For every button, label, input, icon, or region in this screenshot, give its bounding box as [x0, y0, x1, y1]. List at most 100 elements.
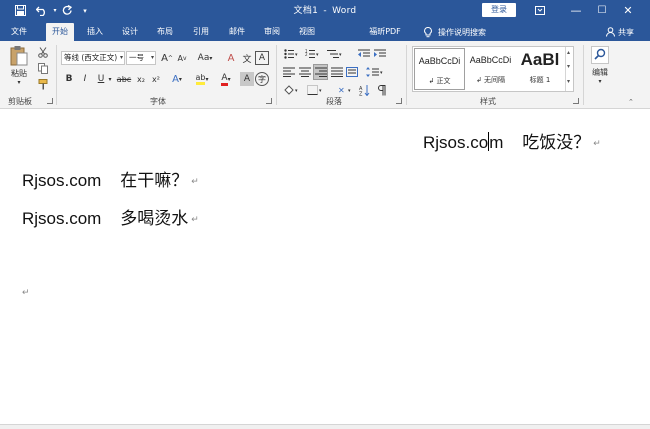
font-name-combo[interactable]: 等线 (西文正文) ▾	[61, 51, 125, 65]
tab-references[interactable]: 引用	[188, 23, 214, 41]
shrink-font-button[interactable]: Av	[175, 51, 189, 65]
style-normal[interactable]: AaBbCcDi ↲ 正文	[414, 48, 465, 90]
scroll-down-icon[interactable]: ▾	[567, 63, 570, 70]
word-window: ▾ ▾ 文档1 - Word 登录 — ☐ ✕ 文件 开始 插入 设计 布局 引…	[0, 0, 650, 429]
underline-button[interactable]: U	[94, 72, 108, 86]
phonetic-guide-button[interactable]: 文	[240, 51, 254, 65]
text-effects-icon: A	[172, 73, 179, 85]
multilevel-list-button[interactable]: ▾	[325, 47, 345, 61]
font-color-button[interactable]: A ▾	[216, 72, 236, 86]
tab-view[interactable]: 视图	[294, 23, 320, 41]
tab-review[interactable]: 审阅	[259, 23, 285, 41]
superscript-button[interactable]: x²	[149, 72, 163, 86]
shading-button[interactable]: ▾	[282, 83, 302, 97]
title-separator: -	[323, 6, 327, 16]
tell-me-label: 操作说明搜索	[438, 27, 486, 37]
tab-mailings[interactable]: 邮件	[224, 23, 250, 41]
tab-file[interactable]: 文件	[6, 23, 32, 41]
close-button[interactable]: ✕	[612, 0, 644, 21]
decrease-indent-icon[interactable]	[357, 47, 371, 61]
justify-icon[interactable]	[330, 65, 344, 79]
underline-dropdown-icon[interactable]: ▾	[107, 72, 113, 86]
font-name-value: 等线 (西文正文)	[64, 53, 118, 62]
document-line-3[interactable]: Rjsos.com 多喝烫水 ↵	[22, 204, 199, 229]
font-size-dropdown-icon: ▾	[150, 54, 154, 61]
line-1-gap	[503, 133, 522, 152]
distributed-icon[interactable]	[345, 65, 359, 79]
tab-home[interactable]: 开始	[46, 23, 74, 41]
align-center-icon[interactable]	[298, 65, 312, 79]
person-icon	[606, 27, 615, 37]
share-button[interactable]: 共享	[606, 23, 634, 41]
italic-button[interactable]: I	[78, 72, 92, 86]
tab-foxit-pdf[interactable]: 福昕PDF	[364, 23, 406, 41]
tab-insert[interactable]: 插入	[82, 23, 108, 41]
text-effects-button[interactable]: A ▾	[170, 72, 184, 86]
style-no-spacing[interactable]: AaBbCcDi ↲ 无间隔	[465, 48, 516, 90]
tab-design[interactable]: 设计	[117, 23, 143, 41]
paragraph-mark-icon: ↵	[191, 214, 199, 225]
clipboard-icon	[10, 46, 28, 66]
line-spacing-button[interactable]: ▾	[364, 65, 386, 79]
collapse-ribbon-icon[interactable]: ⌃	[628, 98, 634, 106]
character-shading-button[interactable]: A	[240, 72, 254, 86]
document-line-4[interactable]: ↵	[19, 282, 30, 302]
character-border-button[interactable]: A	[255, 51, 269, 65]
bullets-button[interactable]: ▾	[282, 47, 300, 61]
paste-button[interactable]: 粘贴 ▾	[8, 45, 30, 87]
styles-scrollbar[interactable]: ▴ ▾ ▾	[565, 47, 574, 91]
document-canvas[interactable]: Rjsos.com 吃饭没？ ↵ Rjsos.com 在干嘛？ ↵ Rjsos.co…	[0, 110, 650, 429]
highlight-button[interactable]: ab ▾	[192, 72, 212, 86]
enclose-characters-button[interactable]: 字	[255, 72, 269, 86]
font-size-combo[interactable]: 一号 ▾	[126, 51, 156, 65]
cut-icon[interactable]	[36, 45, 50, 59]
numbering-button[interactable]: 1 2 ▾	[303, 47, 321, 61]
change-case-button[interactable]: Aa ▾	[194, 51, 216, 65]
align-right-icon[interactable]	[313, 64, 328, 80]
asian-layout-button[interactable]: ✕ ▾	[336, 83, 356, 97]
tell-me-search[interactable]: 操作说明搜索	[424, 23, 486, 41]
format-painter-icon[interactable]	[36, 77, 50, 91]
share-label: 共享	[618, 27, 634, 37]
line-2-text: 在干嘛？	[120, 171, 189, 190]
tab-layout[interactable]: 布局	[152, 23, 178, 41]
borders-button[interactable]: ▾	[305, 83, 327, 97]
editing-label: 编辑	[592, 68, 608, 77]
clipboard-group-label: 剪贴板	[8, 97, 32, 106]
svg-text:▾: ▾	[295, 88, 298, 94]
group-divider	[56, 45, 57, 105]
app-name: Word	[332, 6, 357, 16]
subscript-button[interactable]: x₂	[134, 72, 148, 86]
login-button[interactable]: 登录	[482, 3, 516, 17]
ribbon-display-icon[interactable]	[526, 0, 554, 21]
grow-font-button[interactable]: A ^	[160, 51, 174, 65]
copy-icon[interactable]	[36, 61, 50, 75]
svg-text:▾: ▾	[339, 52, 342, 58]
scroll-up-icon[interactable]: ▴	[567, 49, 570, 56]
style-preview: AaBbCcDi	[469, 55, 512, 65]
paragraph-mark-icon: ↵	[22, 287, 30, 298]
show-paragraph-marks-icon[interactable]	[374, 83, 388, 97]
clear-formatting-button[interactable]: A	[224, 51, 238, 65]
bold-button[interactable]: B	[62, 72, 76, 86]
strikethrough-button[interactable]: abc	[116, 72, 132, 86]
font-size-value: 一号	[129, 53, 144, 62]
more-styles-icon[interactable]: ▾	[567, 78, 570, 85]
ribbon-tab-bar: 文件 开始 插入 设计 布局 引用 邮件 审阅 视图 福昕PDF 操作说明搜索 …	[0, 21, 650, 41]
style-heading-1[interactable]: AaBl 标题 1	[516, 48, 564, 90]
sort-icon[interactable]: AZ	[358, 83, 372, 97]
increase-indent-icon[interactable]	[373, 47, 387, 61]
styles-dialog-launcher-icon[interactable]	[573, 98, 579, 104]
group-divider	[406, 45, 407, 105]
line-1-site: Rjsos.co	[423, 133, 489, 152]
clipboard-dialog-launcher-icon[interactable]	[47, 98, 53, 104]
editing-dropdown-icon: ▾	[598, 78, 602, 85]
group-divider	[276, 45, 277, 105]
align-left-icon[interactable]	[282, 65, 296, 79]
document-line-2[interactable]: Rjsos.com 在干嘛？ ↵	[22, 166, 199, 191]
font-dialog-launcher-icon[interactable]	[266, 98, 272, 104]
editing-button[interactable]: 编辑 ▾	[588, 46, 612, 90]
paragraph-dialog-launcher-icon[interactable]	[396, 98, 402, 104]
document-line-1[interactable]: Rjsos.com 吃饭没？ ↵	[423, 128, 601, 153]
line-1-site-end: m	[489, 133, 504, 152]
